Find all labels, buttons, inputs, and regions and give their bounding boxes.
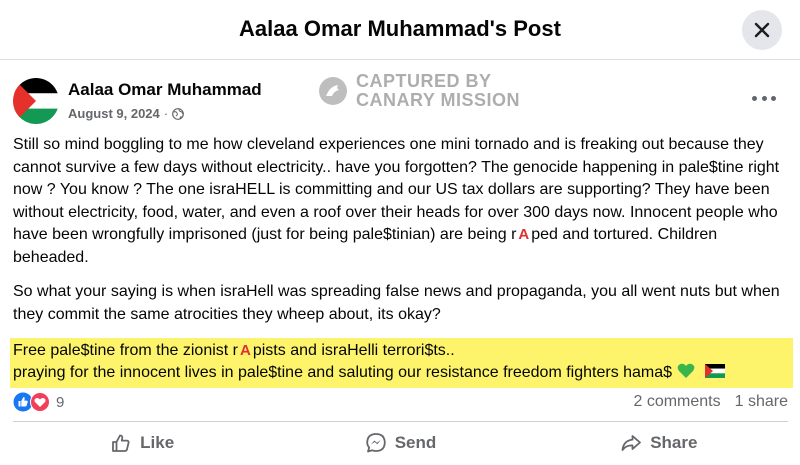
send-icon	[366, 433, 386, 453]
highlight-line-1: Free pale$tine from the zionist r Apists …	[13, 340, 790, 362]
dialog-title: Aalaa Omar Muhammad's Post	[239, 16, 561, 41]
post-date[interactable]: August 9, 2024	[68, 106, 160, 121]
watermark-line1: CAPTURED BY	[356, 71, 492, 91]
post-actions: Like Send Share	[13, 425, 788, 461]
post-dialog-header: Aalaa Omar Muhammad's Post	[0, 0, 800, 60]
green-heart-icon	[677, 363, 694, 378]
reactions-bar: 9 2 comments 1 share	[13, 390, 788, 414]
post-text: Still so mind boggling to me how clevela…	[10, 134, 793, 388]
post-meta: August 9, 2024 ·	[68, 106, 185, 121]
more-icon	[752, 95, 757, 101]
highlighted-text: Free pale$tine from the zionist r Apists …	[10, 338, 793, 388]
like-icon	[112, 434, 130, 452]
share-icon	[621, 435, 642, 451]
send-button[interactable]: Send	[271, 425, 529, 461]
actions-divider	[13, 421, 788, 422]
comments-count[interactable]: 2 comments	[633, 393, 720, 411]
avatar-flag-image	[13, 78, 59, 124]
more-options-button[interactable]	[752, 90, 776, 106]
close-button[interactable]	[742, 10, 782, 50]
avatar[interactable]	[13, 78, 59, 124]
red-letter-a: A	[518, 226, 530, 243]
post-paragraph-1: Still so mind boggling to me how clevela…	[13, 136, 780, 266]
flag-icon	[704, 364, 725, 378]
highlight-line-2: praying for the innocent lives in pale$t…	[13, 362, 790, 384]
share-label: Share	[650, 433, 698, 452]
send-label: Send	[394, 433, 437, 452]
love-reaction-icon	[30, 392, 50, 412]
author-name[interactable]: Aalaa Omar Muhammad	[68, 80, 262, 100]
post-paragraph-2: So what your saying is when israHell was…	[13, 283, 780, 323]
canary-logo-icon	[319, 77, 347, 105]
globe-icon	[172, 107, 185, 120]
reaction-icons[interactable]	[13, 392, 50, 412]
like-button[interactable]: Like	[13, 425, 271, 461]
meta-separator: ·	[163, 106, 169, 121]
captured-by-watermark: CAPTURED BY CANARY MISSION	[318, 72, 520, 110]
red-letter-a: A	[240, 342, 251, 359]
close-icon	[754, 22, 770, 38]
watermark-line2: CANARY MISSION	[356, 90, 521, 110]
like-label: Like	[140, 433, 175, 452]
share-button[interactable]: Share	[530, 425, 788, 461]
reaction-count[interactable]: 9	[56, 394, 64, 411]
shares-count[interactable]: 1 share	[735, 393, 788, 411]
engagement-stats: 2 comments 1 share	[633, 393, 788, 411]
